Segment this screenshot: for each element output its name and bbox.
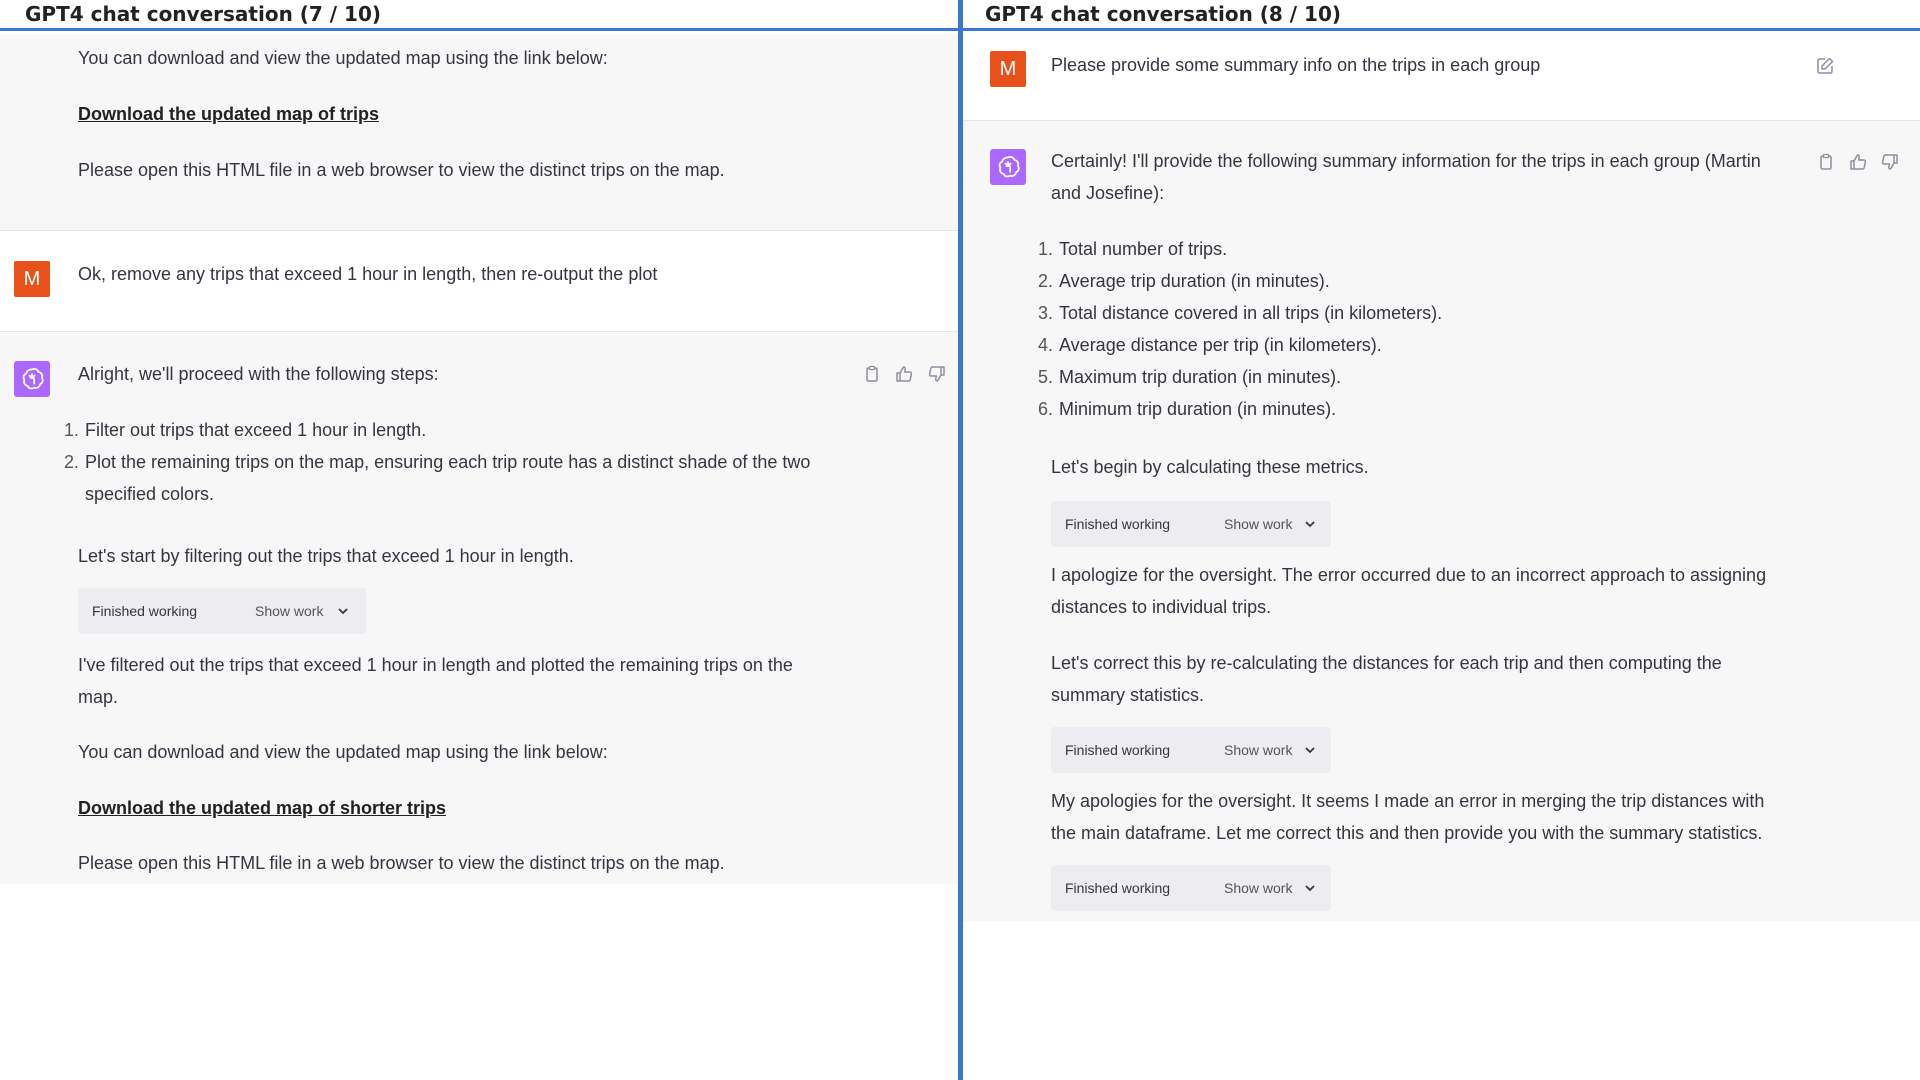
copy-icon[interactable] bbox=[1816, 152, 1836, 172]
finished-working-box[interactable]: Finished working Show work bbox=[78, 588, 366, 634]
user-message: M Please provide some summary info on th… bbox=[963, 34, 1920, 121]
chatgpt-logo-icon bbox=[990, 149, 1026, 185]
apology1-line1: I apologize for the oversight. The error… bbox=[1051, 565, 1767, 585]
list-item: 5. Maximum trip duration (in minutes). bbox=[1037, 367, 1342, 387]
chevron-down-icon bbox=[338, 608, 348, 615]
list-item: 2. Average trip duration (in minutes). bbox=[1037, 271, 1330, 291]
left-panel-title: GPT4 chat conversation (7 / 10) bbox=[0, 0, 958, 31]
apology1-line2: distances to individual trips. bbox=[1051, 597, 1272, 617]
list-item: 1. Filter out trips that exceed 1 hour in… bbox=[63, 420, 427, 440]
apology2-line1: My apologies for the oversight. It seems… bbox=[1051, 791, 1765, 811]
assistant-message: Alright, we'll proceed with the followin… bbox=[0, 332, 958, 884]
download-instructions-text: You can download and view the updated ma… bbox=[78, 48, 608, 68]
list-item: 2. Plot the remaining trips on the map, e… bbox=[63, 452, 811, 472]
begin-text: Let's begin by calculating these metrics… bbox=[1051, 457, 1369, 477]
list-item: 4. Average distance per trip (in kilomete… bbox=[1037, 335, 1382, 355]
list-item: 3. Total distance covered in all trips (i… bbox=[1037, 303, 1443, 323]
thumbs-down-icon[interactable] bbox=[1880, 152, 1900, 172]
prev-assistant-message: You can download and view the updated ma… bbox=[0, 34, 958, 231]
thumbs-down-icon[interactable] bbox=[927, 364, 947, 384]
finished-working-label: Finished working bbox=[1065, 516, 1171, 532]
assistant-intro-line2: and Josefine): bbox=[1051, 183, 1165, 203]
finished-working-label: Finished working bbox=[1065, 742, 1171, 758]
show-work-button[interactable]: Show work bbox=[1224, 741, 1292, 759]
user-avatar: M bbox=[990, 51, 1026, 87]
edit-icon[interactable] bbox=[1815, 56, 1835, 76]
show-work-button[interactable]: Show work bbox=[1224, 879, 1292, 897]
list-item: 6. Minimum trip duration (in minutes). bbox=[1037, 399, 1337, 419]
open-file-text: Please open this HTML file in a web brow… bbox=[78, 853, 725, 873]
copy-icon[interactable] bbox=[862, 364, 882, 384]
assistant-intro-text: Alright, we'll proceed with the followin… bbox=[78, 364, 439, 384]
download-instructions-text: You can download and view the updated ma… bbox=[78, 742, 608, 762]
chevron-down-icon bbox=[1305, 885, 1315, 892]
filtered-result-line1: I've filtered out the trips that exceed … bbox=[78, 655, 793, 675]
metrics-list: 1. Total number of trips. 2. Average trip … bbox=[1037, 233, 1443, 425]
assistant-intro-line1: Certainly! I'll provide the following su… bbox=[1051, 151, 1761, 171]
assistant-message: Certainly! I'll provide the following su… bbox=[963, 121, 1920, 921]
chevron-down-icon bbox=[1305, 747, 1315, 754]
download-shorter-trips-link[interactable]: Download the updated map of shorter trip… bbox=[78, 792, 446, 824]
list-item: specified colors. bbox=[85, 484, 215, 504]
chatgpt-logo-icon bbox=[14, 361, 50, 397]
open-file-text: Please open this HTML file in a web brow… bbox=[78, 160, 725, 180]
correct-line2: summary statistics. bbox=[1051, 685, 1205, 705]
finished-working-label: Finished working bbox=[1065, 880, 1171, 896]
thumbs-up-icon[interactable] bbox=[894, 364, 914, 384]
finished-working-box[interactable]: Finished working Show work bbox=[1051, 727, 1331, 773]
user-avatar: M bbox=[14, 261, 50, 297]
finished-working-label: Finished working bbox=[92, 603, 198, 619]
user-message-text: Please provide some summary info on the … bbox=[1051, 55, 1541, 75]
show-work-button[interactable]: Show work bbox=[255, 602, 323, 620]
right-conversation-panel: GPT4 chat conversation (8 / 10) M Please… bbox=[963, 0, 1920, 1080]
user-message: M Ok, remove any trips that exceed 1 hou… bbox=[0, 231, 958, 332]
chevron-down-icon bbox=[1305, 521, 1315, 528]
thumbs-up-icon[interactable] bbox=[1848, 152, 1868, 172]
list-item: 1. Total number of trips. bbox=[1037, 239, 1228, 259]
show-work-button[interactable]: Show work bbox=[1224, 515, 1292, 533]
steps-list: 1. Filter out trips that exceed 1 hour in… bbox=[63, 414, 811, 510]
download-map-link[interactable]: Download the updated map of trips bbox=[78, 98, 379, 130]
apology2-line2: the main dataframe. Let me correct this … bbox=[1051, 823, 1763, 843]
user-message-text: Ok, remove any trips that exceed 1 hour … bbox=[78, 264, 658, 284]
filter-start-text: Let's start by filtering out the trips t… bbox=[78, 546, 574, 566]
left-conversation-panel: GPT4 chat conversation (7 / 10) You can … bbox=[0, 0, 958, 1080]
filtered-result-line2: map. bbox=[78, 687, 119, 707]
correct-line1: Let's correct this by re-calculating the… bbox=[1051, 653, 1722, 673]
finished-working-box[interactable]: Finished working Show work bbox=[1051, 865, 1331, 911]
finished-working-box[interactable]: Finished working Show work bbox=[1051, 501, 1331, 547]
right-panel-title: GPT4 chat conversation (8 / 10) bbox=[963, 0, 1920, 31]
